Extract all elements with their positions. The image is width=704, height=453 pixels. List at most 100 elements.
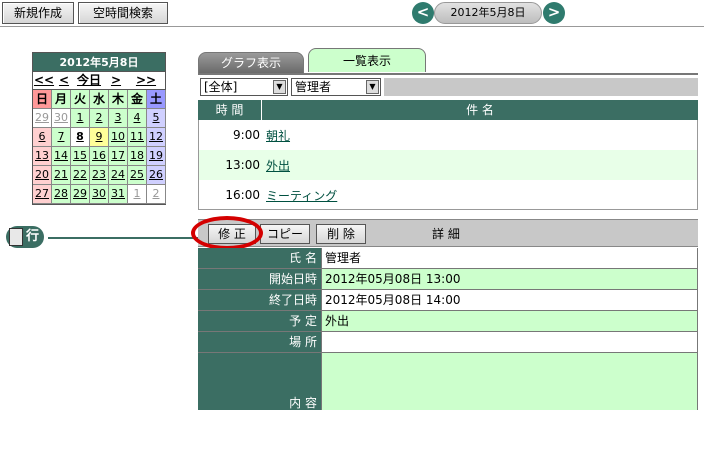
calendar-weekday-header: 水: [90, 90, 109, 109]
calendar-day[interactable]: 4: [128, 109, 147, 128]
dropdown-arrow-icon: ▼: [366, 80, 379, 94]
edit-highlight-circle: [191, 216, 263, 250]
user-select-value: 管理者: [295, 80, 332, 94]
calendar-day[interactable]: 29: [33, 109, 52, 128]
row-subject-link[interactable]: 朝礼: [262, 127, 290, 144]
row-time: 9:00: [233, 128, 260, 142]
detail-value: 管理者: [322, 248, 698, 268]
calendar-day[interactable]: 28: [52, 185, 71, 204]
row-subject-link[interactable]: ミーティング: [262, 187, 337, 204]
calendar-day[interactable]: 20: [33, 166, 52, 185]
next-day-button[interactable]: >: [543, 2, 565, 24]
delete-button[interactable]: 削 除: [316, 224, 366, 244]
row-time: 16:00: [225, 188, 260, 202]
calendar-day[interactable]: 1: [71, 109, 90, 128]
calendar-day[interactable]: 27: [33, 185, 52, 204]
calendar-day[interactable]: 30: [52, 109, 71, 128]
calendar-day[interactable]: 13: [33, 147, 52, 166]
calendar-weekday-header: 日: [33, 90, 52, 109]
calendar-day[interactable]: 18: [128, 147, 147, 166]
calendar-weekday-header: 金: [128, 90, 147, 109]
calendar-day[interactable]: 3: [109, 109, 128, 128]
calendar-day[interactable]: 11: [128, 128, 147, 147]
calendar-day[interactable]: 8: [71, 128, 90, 147]
next-month-link[interactable]: >>: [127, 72, 165, 89]
calendar-weekday-header: 土: [147, 90, 166, 109]
calendar-day[interactable]: 9: [90, 128, 109, 147]
detail-row-start: 開始日時 2012年05月08日 13:00: [198, 269, 698, 290]
calendar-day[interactable]: 1: [128, 185, 147, 204]
detail-row-name: 氏 名 管理者: [198, 248, 698, 269]
list-border-right: [697, 120, 698, 210]
calendar-day[interactable]: 10: [109, 128, 128, 147]
detail-row-place: 場 所: [198, 332, 698, 353]
row-time: 13:00: [225, 158, 260, 172]
group-select[interactable]: [全体] ▼: [200, 78, 288, 96]
detail-row-content: 内 容: [198, 353, 698, 410]
tab-divider: [198, 73, 698, 75]
detail-toolbar: 修 正 コピー 削 除 詳 細: [198, 219, 698, 247]
detail-key: 場 所: [198, 332, 322, 352]
calendar-weekday-header: 木: [109, 90, 128, 109]
calendar-day[interactable]: 2: [90, 109, 109, 128]
calendar-day[interactable]: 14: [52, 147, 71, 166]
calendar-day[interactable]: 12: [147, 128, 166, 147]
list-row[interactable]: 16:00 ミーティング: [198, 180, 698, 210]
list-border-left: [198, 120, 199, 210]
detail-key: 終了日時: [198, 290, 322, 310]
detail-row-plan: 予 定 外出: [198, 311, 698, 332]
current-date-label: 2012年5月8日: [434, 2, 542, 24]
calendar-day[interactable]: 31: [109, 185, 128, 204]
detail-key: 内 容: [198, 353, 322, 410]
list-border-bottom: [198, 209, 698, 210]
calendar-day[interactable]: 6: [33, 128, 52, 147]
calendar-weekday-header: 月: [52, 90, 71, 109]
col-time-header: 時 間: [198, 100, 262, 120]
search-free-time-button[interactable]: 空時間検索: [78, 2, 168, 24]
col-subject-header: 件 名: [466, 103, 494, 117]
detail-row-end: 終了日時 2012年05月08日 14:00: [198, 290, 698, 311]
calendar-grid: 日月火水木金土 29 30 1 2 3 4 5 6 7 8 9 10 11 12 13 14 15 16 17 18 19…: [33, 90, 166, 204]
dropdown-arrow-icon: ▼: [273, 80, 286, 94]
calendar-title: 2012年5月8日: [33, 53, 165, 72]
detail-value: 2012年05月08日 13:00: [322, 269, 698, 289]
tab-list[interactable]: 一覧表示: [308, 48, 426, 72]
tab-graph[interactable]: グラフ表示: [198, 52, 304, 73]
prev-month-link[interactable]: <<: [33, 72, 55, 89]
mini-calendar: 2012年5月8日 << < 今日 > >> 日月火水木金土 29 30 1 2 3 4 5 6…: [32, 52, 166, 205]
today-link[interactable]: 今日: [73, 72, 105, 89]
prev-day-button[interactable]: <: [412, 2, 434, 24]
calendar-day[interactable]: 17: [109, 147, 128, 166]
calendar-weekday-header: 火: [71, 90, 90, 109]
detail-value: 2012年05月08日 14:00: [322, 290, 698, 310]
calendar-day[interactable]: 23: [90, 166, 109, 185]
user-select[interactable]: 管理者 ▼: [291, 78, 381, 96]
list-row[interactable]: 9:00 朝礼: [198, 120, 698, 150]
calendar-day[interactable]: 22: [71, 166, 90, 185]
calendar-day[interactable]: 2: [147, 185, 166, 204]
calendar-day[interactable]: 30: [90, 185, 109, 204]
detail-header: 詳 細: [432, 227, 460, 241]
filter-bar-fill: [384, 78, 698, 96]
row-subject-link[interactable]: 外出: [262, 157, 290, 174]
calendar-day[interactable]: 21: [52, 166, 71, 185]
calendar-day[interactable]: 5: [147, 109, 166, 128]
logo-underline: [48, 237, 198, 239]
detail-key: 開始日時: [198, 269, 322, 289]
copy-button[interactable]: コピー: [260, 224, 310, 244]
calendar-day[interactable]: 26: [147, 166, 166, 185]
detail-key: 氏 名: [198, 248, 322, 268]
calendar-day[interactable]: 7: [52, 128, 71, 147]
detail-value: [322, 332, 698, 352]
calendar-day[interactable]: 24: [109, 166, 128, 185]
calendar-day[interactable]: 25: [128, 166, 147, 185]
new-button[interactable]: 新規作成: [2, 2, 74, 24]
calendar-day[interactable]: 16: [90, 147, 109, 166]
calendar-day[interactable]: 15: [71, 147, 90, 166]
prev-week-link[interactable]: <: [55, 72, 73, 89]
calendar-nav: << < 今日 > >>: [33, 72, 165, 90]
next-week-link[interactable]: >: [105, 72, 127, 89]
calendar-day[interactable]: 29: [71, 185, 90, 204]
calendar-day[interactable]: 19: [147, 147, 166, 166]
list-row[interactable]: 13:00 外出: [198, 150, 698, 180]
